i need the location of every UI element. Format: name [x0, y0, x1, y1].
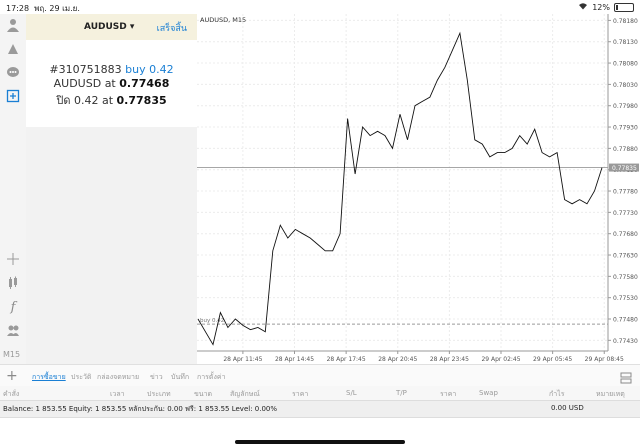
y-tick-label: 0.78080 [613, 61, 638, 68]
tab-trade[interactable]: การซื้อขาย [32, 372, 66, 383]
col-tp[interactable]: T/P [396, 389, 407, 397]
crosshair-icon[interactable] [4, 250, 22, 268]
order-panel: AUDUSD ▾ เสร็จสิ้น #310751883 buy 0.42 A… [26, 14, 197, 127]
col-symbol[interactable]: สัญลักษณ์ [230, 389, 260, 400]
col-time[interactable]: เวลา [110, 389, 125, 400]
done-button[interactable]: เสร็จสิ้น [157, 21, 187, 35]
order-panel-header: AUDUSD ▾ เสร็จสิ้น [26, 14, 197, 40]
price-chart[interactable]: 0.78180 0.78130 0.78080 0.78030 0.77980 0.779… [197, 14, 640, 364]
total-profit: 0.00 USD [551, 404, 584, 412]
col-current-price[interactable]: ราคา [440, 389, 456, 400]
y-tick-label: 0.78130 [613, 39, 638, 46]
order-open-line: AUDUSD at 0.77468 [26, 77, 197, 90]
col-order[interactable]: คำสั่ง [3, 389, 19, 400]
col-profit[interactable]: กำไร [549, 389, 564, 400]
y-tick-label: 0.77930 [613, 125, 638, 132]
chart-title: AUDUSD, M15 [200, 16, 246, 24]
order-close-prefix: ปิด 0.42 at [56, 94, 114, 107]
new-order-icon[interactable] [4, 87, 22, 105]
trade-signal-icon[interactable] [4, 40, 22, 58]
y-tick-label: 0.77630 [613, 253, 638, 260]
y-tick-label: 0.77780 [613, 189, 638, 196]
indicators-icon[interactable] [4, 274, 22, 292]
x-tick-label: 28 Apr 17:45 [327, 356, 366, 363]
order-direction: buy 0.42 [125, 63, 174, 76]
order-open-price: 0.77468 [119, 77, 170, 90]
objects-icon[interactable] [4, 321, 22, 339]
y-tick-label: 0.77530 [613, 295, 638, 302]
timeframe-button[interactable]: M15 [3, 350, 20, 359]
order-ticket-line: #310751883 buy 0.42 [26, 63, 197, 76]
symbol-selector[interactable]: AUDUSD ▾ [84, 22, 134, 32]
col-comment[interactable]: หมายเหตุ [596, 389, 625, 400]
y-tick-label: 0.78030 [613, 82, 638, 89]
col-price[interactable]: ราคา [292, 389, 308, 400]
col-sl[interactable]: S/L [346, 389, 357, 397]
balance-row: Balance: 1 853.55 Equity: 1 853.55 หลักป… [0, 400, 640, 418]
wifi-icon [578, 2, 588, 12]
y-tick-label: 0.77680 [613, 231, 638, 238]
tab-settings[interactable]: การตั้งค่า [197, 372, 226, 383]
battery-icon [614, 2, 634, 12]
y-tick-label: 0.77730 [613, 210, 638, 217]
col-size[interactable]: ขนาด [194, 389, 212, 400]
y-tick-label: 0.77580 [613, 274, 638, 281]
tab-mailbox[interactable]: กล่องจดหมาย [97, 372, 139, 383]
x-tick-label: 28 Apr 11:45 [223, 356, 262, 363]
tab-journal[interactable]: บันทึก [171, 372, 189, 383]
tab-history[interactable]: ประวัติ [71, 372, 91, 383]
panel-background [26, 127, 197, 364]
status-right: 12% [578, 2, 634, 12]
x-tick-label: 29 Apr 05:45 [533, 356, 572, 363]
add-icon[interactable]: + [6, 368, 18, 384]
y-tick-label: 0.77880 [613, 146, 638, 153]
chat-icon[interactable] [4, 64, 22, 82]
trade-table-header: คำสั่ง เวลา ประเภท ขนาด สัญลักษณ์ ราคา S… [0, 386, 640, 400]
y-tick-label: 0.77480 [613, 317, 638, 324]
x-tick-label: 29 Apr 02:45 [481, 356, 520, 363]
y-tick-label: 0.78180 [613, 18, 638, 25]
function-icon[interactable]: f [4, 298, 22, 316]
status-bar: 17:28 พฤ. 29 เม.ย. 12% [0, 0, 640, 14]
order-close-price: 0.77835 [116, 94, 167, 107]
x-tick-label: 29 Apr 08:45 [585, 356, 624, 363]
open-price-line-label: buy 0.42 [200, 318, 224, 324]
x-tick-label: 28 Apr 14:45 [275, 356, 314, 363]
col-swap[interactable]: Swap [479, 389, 498, 397]
bottom-tab-bar: + การซื้อขาย ประวัติ กล่องจดหมาย ข่าว บั… [0, 364, 640, 388]
order-close-line: ปิด 0.42 at 0.77835 [26, 91, 197, 109]
order-open-symbol: AUDUSD at [53, 77, 116, 90]
account-icon[interactable] [4, 16, 22, 34]
balance-summary: Balance: 1 853.55 Equity: 1 853.55 หลักป… [3, 405, 278, 413]
order-ticket: #310751883 [49, 63, 122, 76]
y-tick-label: 0.77980 [613, 103, 638, 110]
col-type[interactable]: ประเภท [147, 389, 171, 400]
x-tick-label: 28 Apr 23:45 [430, 356, 469, 363]
tab-news[interactable]: ข่าว [150, 372, 163, 383]
y-tick-label: 0.77430 [613, 338, 638, 345]
current-price-label: 0.77835 [612, 165, 637, 172]
left-toolbar: f M15 [0, 14, 27, 364]
home-indicator[interactable] [235, 440, 405, 444]
battery-percent: 12% [592, 2, 610, 12]
x-tick-label: 28 Apr 20:45 [378, 356, 417, 363]
